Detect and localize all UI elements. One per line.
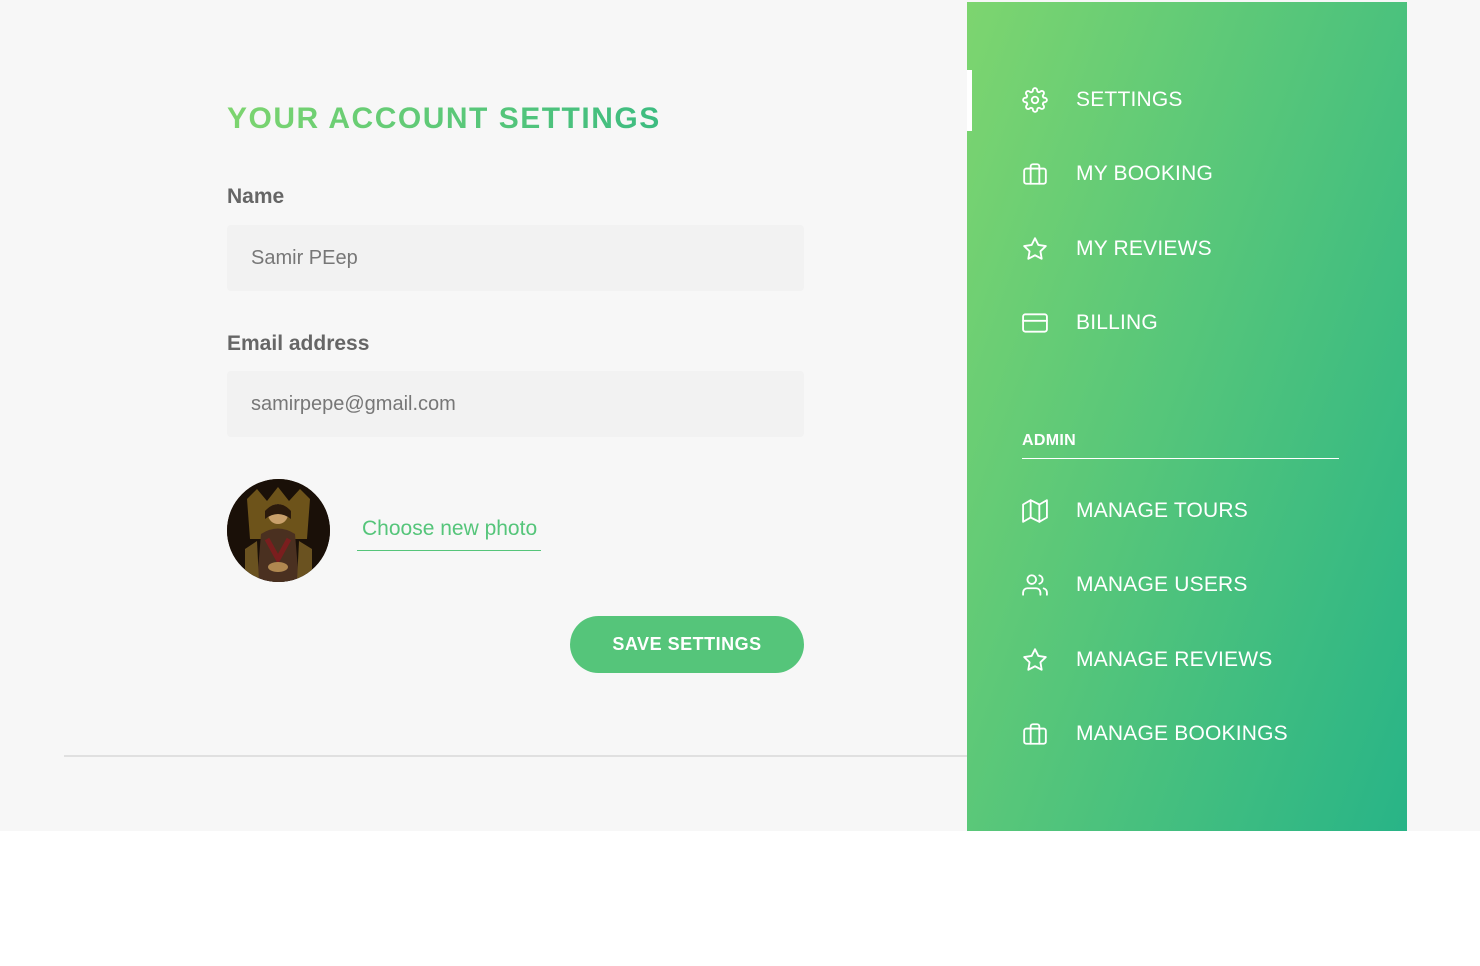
sidebar-item-manage-tours[interactable]: MANAGE TOURS <box>1022 494 1248 528</box>
users-icon <box>1022 572 1048 598</box>
sidebar-item-manage-reviews[interactable]: MANAGE REVIEWS <box>1022 643 1273 677</box>
page-title: YOUR ACCOUNT SETTINGS <box>227 100 804 138</box>
sidebar-item-billing[interactable]: BILLING <box>1022 306 1158 340</box>
section-divider <box>64 755 967 757</box>
sidebar-item-label: MANAGE BOOKINGS <box>1076 722 1288 745</box>
sidebar-item-label: MANAGE TOURS <box>1076 499 1248 522</box>
credit-card-icon <box>1022 310 1048 336</box>
name-input[interactable] <box>227 225 804 291</box>
briefcase-icon <box>1022 161 1048 187</box>
user-sidebar: SETTINGS MY BOOKING MY REVIEWS BILLING A… <box>967 2 1407 831</box>
choose-photo-link[interactable]: Choose new photo <box>357 514 542 551</box>
avatar-image <box>227 479 330 582</box>
star-icon <box>1022 647 1048 673</box>
sidebar-item-label: MY BOOKING <box>1076 162 1213 185</box>
sidebar-item-manage-users[interactable]: MANAGE USERS <box>1022 568 1248 602</box>
sidebar-item-label: MY REVIEWS <box>1076 237 1212 260</box>
sidebar-item-label: MANAGE USERS <box>1076 573 1248 596</box>
sidebar-item-manage-bookings[interactable]: MANAGE BOOKINGS <box>1022 717 1288 751</box>
sidebar-item-my-booking[interactable]: MY BOOKING <box>1022 157 1213 191</box>
user-avatar <box>227 479 330 582</box>
page: YOUR ACCOUNT SETTINGS Name Email address… <box>0 0 1480 966</box>
sidebar-item-label: SETTINGS <box>1076 88 1183 111</box>
map-icon <box>1022 498 1048 524</box>
save-settings-button[interactable]: SAVE SETTINGS <box>570 616 804 673</box>
sidebar-item-label: BILLING <box>1076 311 1158 334</box>
account-settings-form: YOUR ACCOUNT SETTINGS Name Email address <box>227 100 804 437</box>
sidebar-item-my-reviews[interactable]: MY REVIEWS <box>1022 232 1212 266</box>
star-icon <box>1022 236 1048 262</box>
briefcase-icon <box>1022 721 1048 747</box>
active-indicator <box>967 70 972 131</box>
name-label: Name <box>227 185 285 208</box>
sidebar-item-settings[interactable]: SETTINGS <box>1022 83 1183 117</box>
admin-section-heading: ADMIN <box>1022 432 1339 459</box>
email-input[interactable] <box>227 371 804 437</box>
email-label: Email address <box>227 332 370 355</box>
sidebar-item-label: MANAGE REVIEWS <box>1076 648 1273 671</box>
settings-icon <box>1022 87 1048 113</box>
